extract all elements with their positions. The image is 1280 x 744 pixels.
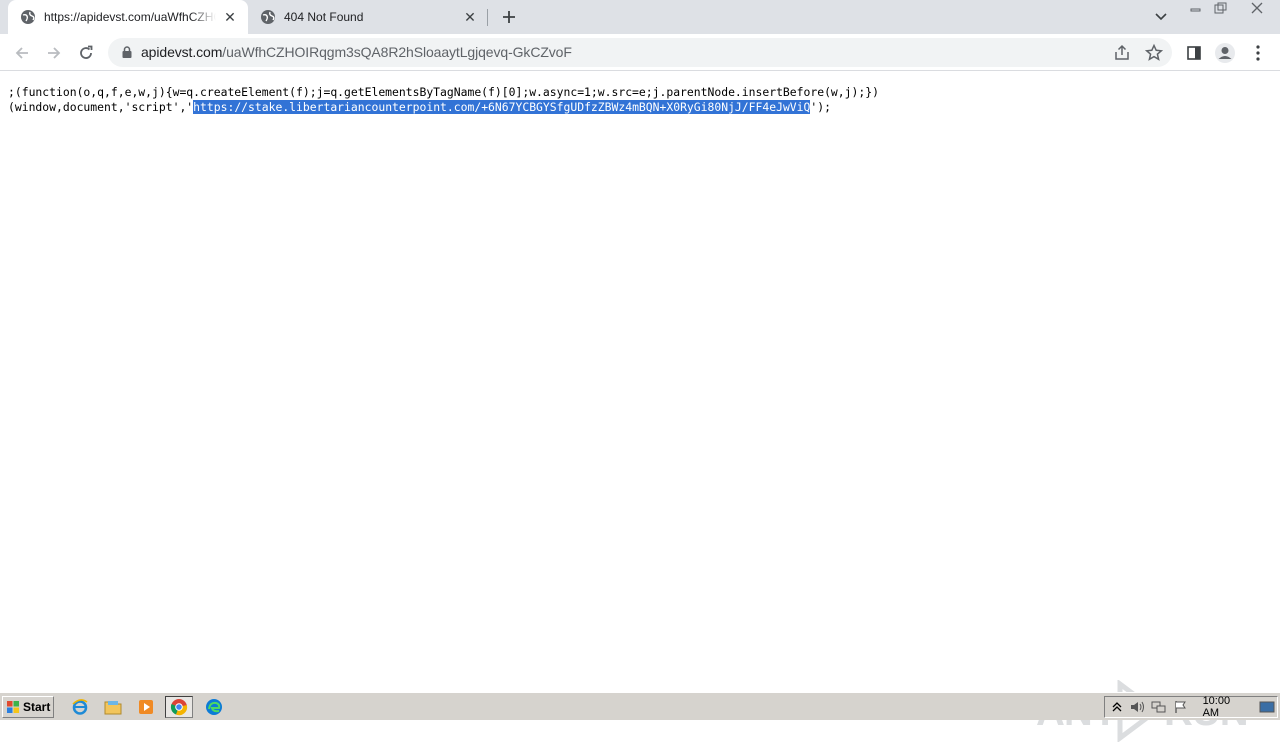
system-tray: 10:00 AM [1104, 695, 1278, 719]
restore-icon [1214, 2, 1227, 14]
forward-button[interactable] [40, 39, 68, 67]
folder-icon [104, 701, 122, 715]
code-line-2-prefix: (window,document,'script',' [8, 100, 194, 114]
page-content: ;(function(o,q,f,e,w,j){w=q.createElemen… [0, 72, 1280, 742]
close-icon[interactable]: ✕ [460, 7, 480, 27]
show-hidden-icons-button[interactable] [1107, 697, 1126, 717]
script-source: ;(function(o,q,f,e,w,j){w=q.createElemen… [8, 85, 879, 115]
more-vert-icon [1256, 45, 1260, 61]
taskbar: Start 10:00 AM [0, 692, 1280, 720]
address-bar[interactable]: apidevst.com/uaWfhCZHOIRqgm3sQA8R2hSloaa… [108, 38, 1172, 67]
profile-button[interactable] [1213, 41, 1237, 65]
url-domain: apidevst.com [141, 44, 223, 60]
chevron-down-icon [1155, 13, 1167, 21]
clock[interactable]: 10:00 AM [1203, 695, 1248, 719]
tab-title: 404 Not Found [284, 10, 364, 24]
media-player-taskbar-button[interactable] [132, 696, 160, 718]
share-icon[interactable] [1112, 43, 1132, 63]
close-icon [1251, 2, 1263, 14]
avatar-icon [1215, 43, 1235, 63]
new-tab-button[interactable] [498, 6, 520, 28]
chrome-icon [170, 699, 188, 716]
code-line-1: ;(function(o,q,f,e,w,j){w=q.createElemen… [8, 85, 879, 99]
plus-icon [503, 11, 515, 23]
arrow-left-icon [15, 47, 28, 59]
windows-logo-icon [7, 701, 19, 713]
back-button[interactable] [8, 39, 36, 67]
close-icon[interactable]: ✕ [220, 7, 240, 27]
internet-explorer-icon [72, 699, 88, 715]
tab-title: https://apidevst.com/uaWfhCZHOIRqg [44, 10, 216, 24]
tab-strip: https://apidevst.com/uaWfhCZHOIRqg ✕ 404… [0, 0, 1280, 34]
globe-icon [20, 9, 36, 25]
action-center-flag-icon[interactable] [1171, 697, 1190, 717]
edge-icon [206, 699, 222, 715]
url-path: /uaWfhCZHOIRqgm3sQA8R2hSloaaytLgjqevq-Gk… [222, 44, 572, 60]
restore-button[interactable] [1208, 0, 1234, 16]
explorer-taskbar-button[interactable] [99, 696, 127, 718]
lock-icon[interactable] [120, 45, 134, 59]
star-icon[interactable] [1144, 43, 1164, 63]
tab-inactive[interactable]: 404 Not Found ✕ [248, 0, 488, 34]
minimize-icon [1190, 8, 1201, 12]
tab-search-button[interactable] [1150, 6, 1172, 28]
chrome-taskbar-button[interactable] [165, 696, 193, 718]
globe-icon [260, 9, 276, 25]
side-panel-icon [1187, 46, 1201, 60]
chevron-up-icon [1112, 702, 1122, 712]
volume-icon[interactable] [1128, 697, 1147, 717]
reload-icon [80, 45, 93, 59]
reload-button[interactable] [72, 39, 100, 67]
window-close-button[interactable] [1240, 0, 1274, 16]
tab-separator [487, 9, 488, 26]
start-label: Start [23, 700, 51, 714]
browser-toolbar: apidevst.com/uaWfhCZHOIRqgm3sQA8R2hSloaa… [0, 34, 1280, 71]
url-text[interactable]: apidevst.com/uaWfhCZHOIRqgm3sQA8R2hSloaa… [141, 44, 572, 60]
network-icon[interactable] [1150, 697, 1169, 717]
arrow-right-icon [48, 47, 61, 59]
edge-taskbar-button[interactable] [200, 696, 228, 718]
menu-button[interactable] [1246, 41, 1270, 65]
start-button[interactable]: Start [2, 696, 54, 718]
minimize-button[interactable] [1183, 0, 1209, 16]
tab-active[interactable]: https://apidevst.com/uaWfhCZHOIRqg ✕ [8, 0, 248, 34]
code-line-2-suffix: '); [810, 100, 831, 114]
side-panel-button[interactable] [1182, 41, 1206, 65]
media-player-icon [139, 700, 153, 714]
ie-taskbar-button[interactable] [66, 696, 94, 718]
selected-url-text[interactable]: https://stake.libertariancounterpoint.co… [193, 100, 811, 114]
show-desktop-icon[interactable] [1258, 697, 1277, 717]
